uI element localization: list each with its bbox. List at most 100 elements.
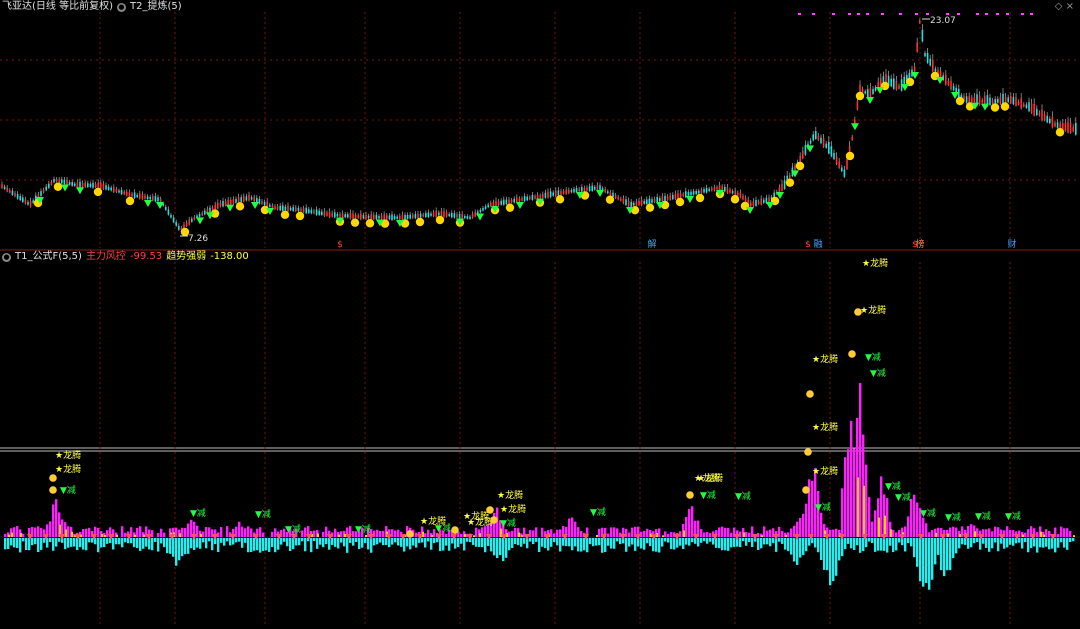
candle-body <box>100 182 102 189</box>
negative-bar <box>244 538 247 543</box>
candle-body <box>373 214 375 219</box>
negative-bar <box>421 538 424 543</box>
candle-body <box>414 213 417 219</box>
negative-bar <box>400 538 403 547</box>
positive-bar <box>373 530 376 537</box>
money-bag-icon <box>406 530 414 538</box>
negative-bar <box>10 538 13 546</box>
money-bag-icon <box>806 390 814 398</box>
negative-bar <box>907 538 910 544</box>
candle-body <box>518 198 521 202</box>
reduce-signal-label: ▼减 <box>870 367 886 379</box>
signal-triangle <box>876 87 884 94</box>
negative-bar <box>397 538 400 546</box>
candle-body <box>313 210 315 214</box>
signal-dot <box>695 193 705 203</box>
candle-body <box>191 218 193 222</box>
positive-bar <box>139 526 142 537</box>
candle-body <box>227 199 229 206</box>
negative-bar <box>463 538 466 551</box>
positive-bar <box>334 528 337 537</box>
negative-bar <box>742 538 745 542</box>
candle-body <box>516 197 518 203</box>
negative-bar <box>211 538 214 551</box>
candle-body <box>529 197 531 200</box>
candle-body <box>453 213 456 218</box>
dragon-signal-label: ★龙腾 <box>697 472 723 484</box>
negative-bar <box>454 538 457 549</box>
candle-body <box>58 179 60 183</box>
positive-bar <box>121 526 124 537</box>
candle-body <box>971 97 973 103</box>
candle-body <box>141 194 144 199</box>
negative-bar <box>406 538 409 547</box>
negative-bar <box>928 538 931 590</box>
chart-canvas[interactable]: 23.077.26$ 解 $ 融 $榜 财★龙腾★龙腾★龙腾 ★龙腾★龙腾★龙腾★龙腾★龙腾… <box>0 0 1080 629</box>
candle-body <box>495 200 497 207</box>
negative-bar <box>1045 538 1048 547</box>
negative-bar <box>751 538 754 548</box>
candle-body <box>1059 123 1061 129</box>
candle-body <box>401 214 404 220</box>
candle-body <box>583 187 586 191</box>
candle-body <box>851 136 853 140</box>
candle-body <box>921 29 924 42</box>
candle-body <box>399 215 401 220</box>
positive-bar <box>1036 532 1039 537</box>
negative-bar <box>697 538 700 547</box>
signal-triangle <box>61 184 69 192</box>
negative-bar <box>940 538 943 571</box>
negative-bar <box>1066 538 1069 550</box>
candle-body <box>677 193 679 199</box>
negative-bar <box>34 538 37 545</box>
yellow-bar <box>344 533 346 537</box>
event-dot <box>812 13 815 15</box>
negative-bar <box>478 538 481 547</box>
signal-dot <box>53 182 63 191</box>
candle-body <box>258 198 261 204</box>
event-dot <box>976 13 979 15</box>
dragon-signal-label: ★龙腾 <box>55 463 81 475</box>
negative-bar <box>517 538 520 546</box>
signal-triangle <box>596 190 604 197</box>
negative-bar <box>289 538 292 552</box>
negative-bar <box>511 538 514 548</box>
candle-body <box>542 193 544 198</box>
negative-bar <box>262 538 265 552</box>
candle-body <box>1010 96 1012 104</box>
signal-dot <box>730 195 740 204</box>
candle-body <box>1007 97 1009 102</box>
negative-bar <box>157 538 160 552</box>
negative-bar <box>151 538 154 551</box>
candle-body <box>661 196 664 202</box>
yellow-bar <box>662 535 664 537</box>
candle-body <box>9 190 11 193</box>
yellow-bar <box>431 535 433 537</box>
negative-bar <box>712 538 715 545</box>
yellow-bar <box>365 535 367 537</box>
candle-body <box>22 197 24 203</box>
yellow-bar <box>11 532 13 537</box>
signal-dot <box>1000 102 1010 111</box>
candle-body <box>113 187 115 193</box>
candle-body <box>289 207 292 211</box>
candle-body <box>240 197 242 202</box>
positive-bar <box>376 529 379 537</box>
negative-bar <box>121 538 124 548</box>
positive-bar <box>508 531 511 537</box>
signal-dot <box>365 219 375 228</box>
positive-bar <box>658 528 661 537</box>
candle-body <box>622 198 625 204</box>
candle-body <box>625 199 627 206</box>
negative-bar <box>1060 538 1063 543</box>
negative-bar <box>112 538 115 550</box>
negative-bar <box>859 538 862 553</box>
candle-body <box>274 206 276 210</box>
negative-bar <box>532 538 535 545</box>
candle-body <box>586 187 588 191</box>
negative-bar <box>226 538 229 542</box>
negative-bar <box>265 538 268 551</box>
positive-bar <box>106 530 109 537</box>
candle-body <box>531 194 534 200</box>
negative-bar <box>481 538 484 548</box>
